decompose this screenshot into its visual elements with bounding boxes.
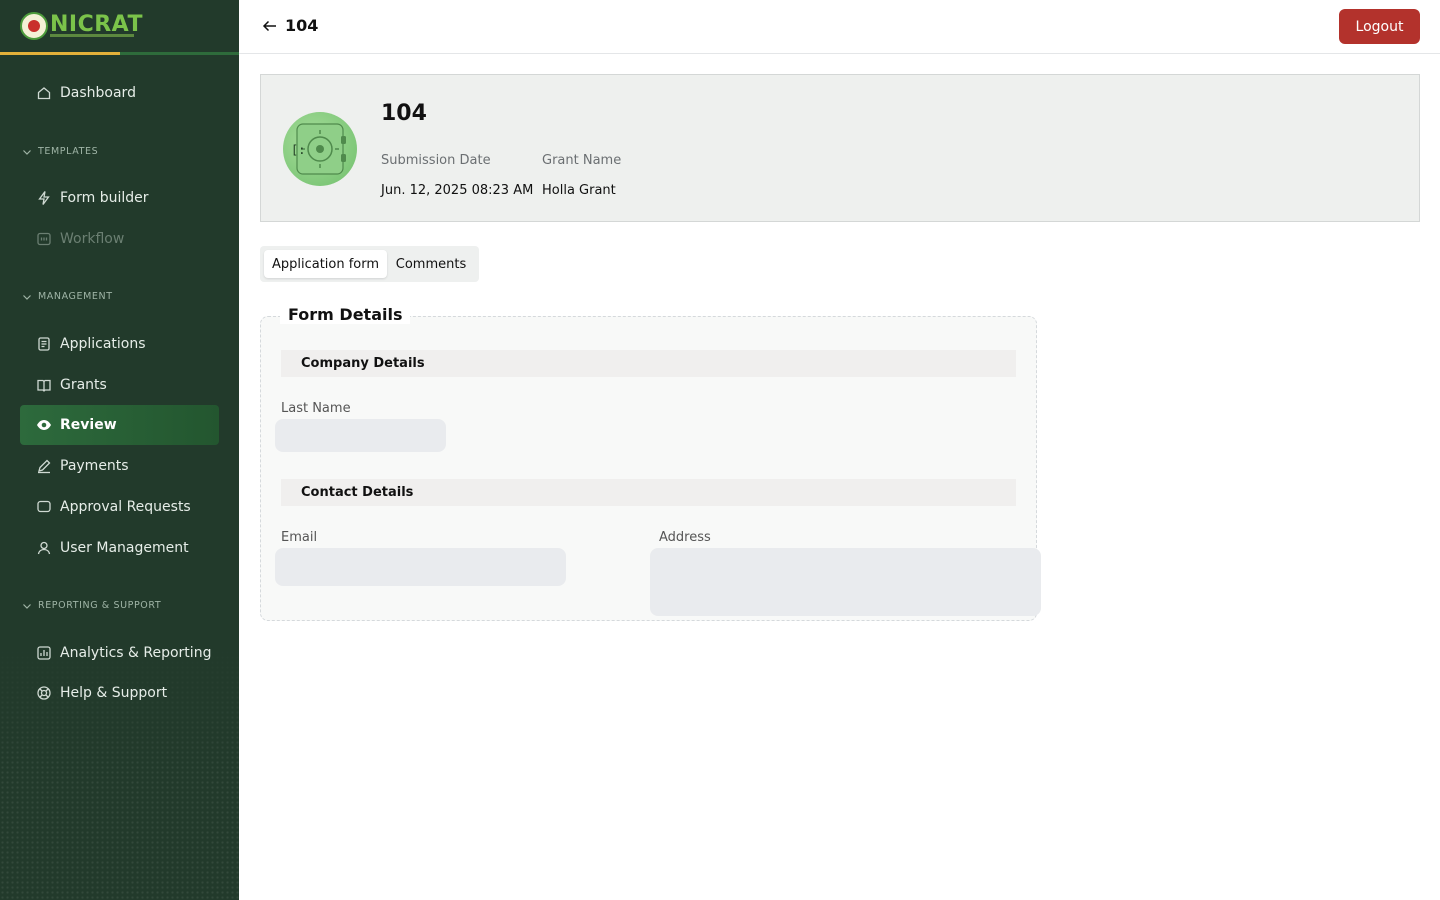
- user-icon: [37, 541, 51, 555]
- chevron-down-icon: [23, 603, 31, 609]
- sidebar-item-analytics-reporting[interactable]: Analytics & Reporting: [20, 633, 219, 673]
- chat-icon: [37, 500, 51, 513]
- sidebar-item-dashboard[interactable]: Dashboard: [20, 73, 219, 113]
- section-reporting-support[interactable]: REPORTING & SUPPORT: [22, 600, 161, 611]
- submission-date-label: Submission Date: [381, 153, 491, 168]
- sidebar-item-applications[interactable]: Applications: [20, 324, 219, 364]
- sidebar-item-payments[interactable]: Payments: [20, 446, 219, 486]
- home-icon: [37, 87, 51, 100]
- lightning-icon: [38, 191, 50, 205]
- brand-accent-bar: [0, 52, 120, 55]
- chevron-down-icon: [23, 149, 31, 155]
- sidebar-item-label: User Management: [60, 540, 189, 556]
- chevron-down-icon: [23, 294, 31, 300]
- topbar: 104 Logout: [239, 0, 1440, 54]
- page-title: 104: [285, 16, 319, 35]
- brand[interactable]: NICRAT: [0, 0, 239, 55]
- sidebar: NICRAT Dashboard TEMPLATES Form builder …: [0, 0, 239, 900]
- last-name-field[interactable]: [275, 419, 446, 452]
- sidebar-item-label: Analytics & Reporting: [60, 645, 212, 661]
- sidebar-item-label: Form builder: [60, 190, 149, 206]
- email-field[interactable]: [275, 548, 566, 586]
- logout-button[interactable]: Logout: [1339, 9, 1420, 44]
- vault-icon: [:: [291, 123, 346, 175]
- section-label: TEMPLATES: [38, 146, 99, 157]
- record-title: 104: [381, 101, 427, 126]
- pen-icon: [38, 459, 51, 474]
- contact-details-section: Contact Details: [281, 479, 1016, 506]
- arrow-left-icon: [262, 20, 276, 31]
- help-icon: [37, 686, 51, 700]
- book-icon: [37, 379, 51, 392]
- address-label: Address: [659, 530, 711, 545]
- sidebar-item-label: Dashboard: [60, 85, 136, 101]
- record-header-card: [: 104 Submission Date Jun. 12, 2025 08:…: [260, 74, 1420, 222]
- sidebar-item-form-builder[interactable]: Form builder: [20, 178, 219, 218]
- brand-tagline-mark: [50, 34, 134, 37]
- sidebar-item-label: Grants: [60, 377, 107, 393]
- svg-text:[:: [:: [291, 143, 305, 157]
- email-label: Email: [281, 530, 318, 545]
- document-icon: [38, 337, 50, 351]
- sidebar-item-user-management[interactable]: User Management: [20, 528, 219, 568]
- section-label: REPORTING & SUPPORT: [38, 600, 162, 611]
- sidebar-item-label: Help & Support: [60, 685, 168, 701]
- submission-date-value: Jun. 12, 2025 08:23 AM: [381, 183, 534, 198]
- address-field[interactable]: [650, 548, 1041, 616]
- vault-avatar: [:: [283, 112, 357, 186]
- grant-name-label: Grant Name: [542, 153, 622, 168]
- back-button[interactable]: 104: [261, 16, 318, 35]
- tab-application-form[interactable]: Application form: [264, 250, 387, 278]
- company-details-section: Company Details: [281, 350, 1016, 377]
- sidebar-item-label: Workflow: [60, 231, 125, 247]
- sidebar-item-label: Approval Requests: [60, 499, 191, 515]
- form-details-legend: Form Details: [280, 305, 411, 324]
- section-templates[interactable]: TEMPLATES: [22, 146, 98, 157]
- tab-comments[interactable]: Comments: [391, 250, 471, 278]
- sidebar-item-label: Applications: [60, 336, 146, 352]
- workflow-icon: [37, 232, 51, 246]
- sidebar-item-label: Review: [60, 417, 117, 433]
- sidebar-item-review[interactable]: Review: [20, 405, 219, 445]
- section-management[interactable]: MANAGEMENT: [22, 291, 113, 302]
- sidebar-item-help-support[interactable]: Help & Support: [20, 673, 219, 713]
- sidebar-item-workflow: Workflow: [20, 219, 219, 259]
- sidebar-item-approval-requests[interactable]: Approval Requests: [20, 487, 219, 527]
- nicrat-logo: [20, 12, 48, 40]
- tabs: Application form Comments: [260, 246, 479, 282]
- section-label: MANAGEMENT: [38, 291, 113, 302]
- sidebar-item-label: Payments: [60, 458, 129, 474]
- last-name-label: Last Name: [281, 401, 351, 416]
- chart-icon: [37, 646, 51, 660]
- sidebar-item-grants[interactable]: Grants: [20, 365, 219, 405]
- grant-name-value: Holla Grant: [542, 183, 616, 198]
- eye-icon: [37, 420, 51, 430]
